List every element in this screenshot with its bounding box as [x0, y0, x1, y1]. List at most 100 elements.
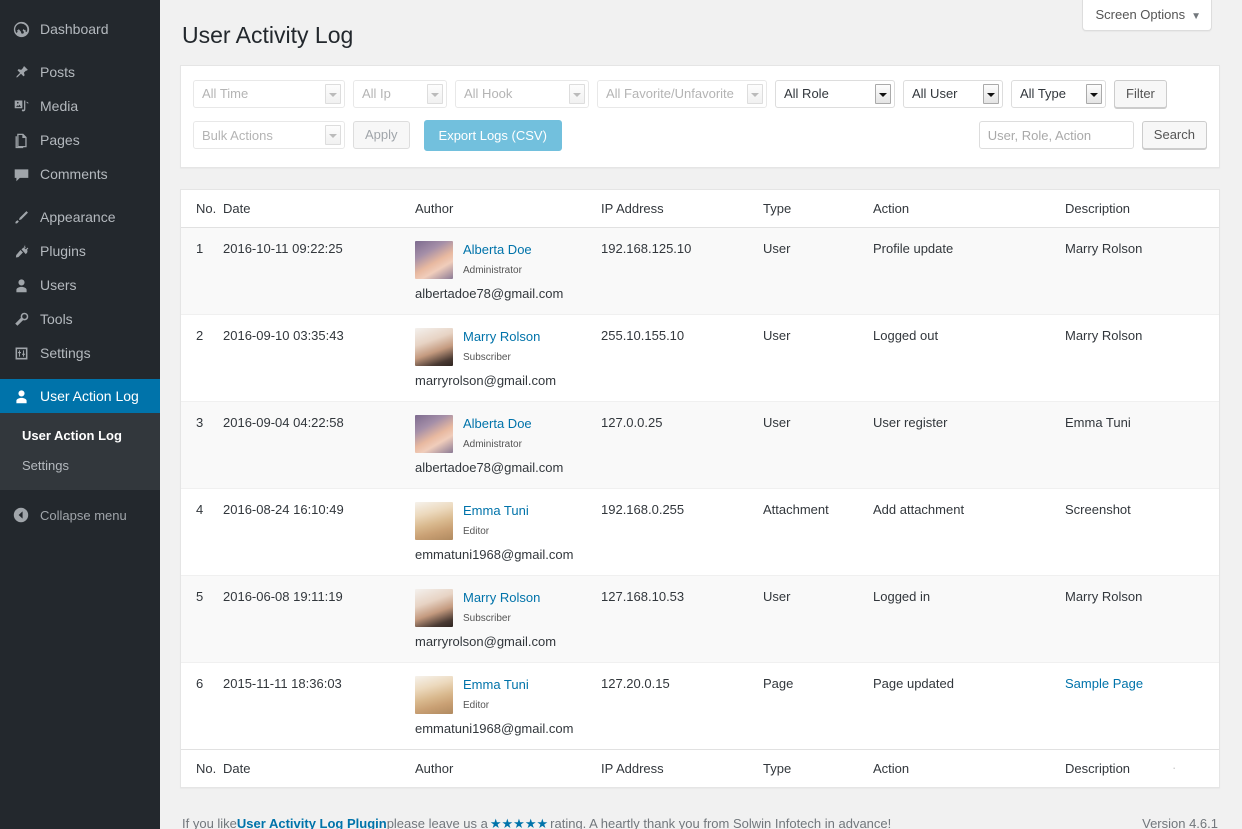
search-input[interactable]: [978, 121, 1134, 150]
table-row: 6 2015-11-11 18:36:03 Emma Tuni Editor e…: [181, 662, 1219, 749]
filter-select-favorite[interactable]: All Favorite/Unfavorite: [597, 79, 767, 108]
avatar: [415, 675, 453, 714]
sidebar-item-comments[interactable]: Comments: [0, 157, 160, 191]
filter-select-user[interactable]: All User: [903, 79, 1003, 108]
cell-date: 2016-09-04 04:22:58: [223, 401, 415, 489]
search-button[interactable]: Search: [1141, 121, 1207, 150]
cell-no: 5: [181, 575, 223, 663]
cell-author: Emma Tuni Editor emmatuni1968@gmail.com: [415, 662, 601, 749]
cell-description: Screenshot: [1065, 488, 1219, 576]
sidebar-item-settings[interactable]: Settings: [0, 336, 160, 370]
star-rating-icon[interactable]: ★★★★★: [488, 816, 550, 829]
sidebar-item-plugins[interactable]: Plugins: [0, 234, 160, 268]
author-role: Subscriber: [463, 613, 511, 625]
cell-action: Logged in: [873, 575, 1065, 663]
table-row: 2 2016-09-10 03:35:43 Marry Rolson Subsc…: [181, 314, 1219, 402]
chevron-down-icon: [1086, 83, 1102, 104]
column-header-ip[interactable]: IP Address: [601, 189, 763, 228]
column-header-action[interactable]: Action: [873, 189, 1065, 228]
version-label: Version 4.6.1: [1142, 816, 1218, 829]
filter-select-time[interactable]: All Time: [193, 79, 345, 108]
author-link[interactable]: Alberta Doe: [463, 415, 532, 431]
cell-ip: 192.168.0.255: [601, 488, 763, 576]
chevron-down-icon: [983, 83, 999, 104]
footer-column-description[interactable]: Description: [1065, 748, 1219, 787]
cell-author: Marry Rolson Subscriber marryrolson@gmai…: [415, 575, 601, 663]
footer-suffix: rating. A heartly thank you from Solwin …: [550, 816, 892, 829]
author-email: albertadoe78@gmail.com: [415, 459, 564, 475]
screen-options-button[interactable]: Screen Options ▼: [1082, 0, 1212, 31]
footer-column-ip[interactable]: IP Address: [601, 748, 763, 787]
filter-select-ip-value: All Ip: [362, 86, 391, 102]
description-link[interactable]: Sample Page: [1065, 676, 1143, 691]
cell-no: 3: [181, 401, 223, 489]
cell-action: Logged out: [873, 314, 1065, 402]
filter-button[interactable]: Filter: [1114, 79, 1167, 108]
filter-select-type[interactable]: All Type: [1011, 79, 1106, 108]
footer-column-no[interactable]: No.: [181, 748, 223, 787]
filter-row-primary: All Time All Ip All Hook All Favorite/Un…: [193, 79, 1207, 108]
bulk-actions-select[interactable]: Bulk Actions: [193, 121, 345, 150]
cell-action: Page updated: [873, 675, 954, 691]
cell-date: 2016-06-08 19:11:19: [223, 575, 415, 663]
sidebar-item-dashboard[interactable]: Dashboard: [0, 12, 160, 46]
sidebar-item-users[interactable]: Users: [0, 268, 160, 302]
column-header-description[interactable]: Description: [1065, 189, 1219, 228]
collapse-menu-label: Collapse menu: [40, 507, 127, 523]
export-logs-button[interactable]: Export Logs (CSV): [423, 119, 562, 151]
column-header-author[interactable]: Author: [415, 189, 601, 228]
author-role: Editor: [463, 700, 490, 712]
sidebar-item-appearance[interactable]: Appearance: [0, 200, 160, 234]
filter-select-role[interactable]: All Role: [775, 79, 895, 108]
author-link[interactable]: Emma Tuni: [463, 676, 529, 692]
sidebar-item-label: Media: [40, 98, 79, 114]
cell-author: Alberta Doe Administrator albertadoe78@g…: [415, 227, 601, 315]
submenu-item-user-action-log[interactable]: User Action Log: [0, 421, 160, 451]
footer-plugin-link[interactable]: User Activity Log Plugin: [237, 816, 387, 829]
sidebar-item-tools[interactable]: Tools: [0, 302, 160, 336]
footer-column-action[interactable]: Action: [873, 748, 1065, 787]
filter-select-favorite-value: All Favorite/Unfavorite: [606, 86, 734, 102]
author-link[interactable]: Alberta Doe: [463, 241, 532, 257]
cell-author: Marry Rolson Subscriber marryrolson@gmai…: [415, 314, 601, 402]
column-header-date[interactable]: Date: [223, 189, 415, 228]
cell-date: 2016-08-24 16:10:49: [223, 488, 415, 576]
cell-description: Emma Tuni: [1065, 401, 1219, 489]
cell-action: User register: [873, 401, 1065, 489]
filter-select-hook[interactable]: All Hook: [455, 79, 589, 108]
apply-button[interactable]: Apply: [353, 121, 410, 150]
author-link[interactable]: Marry Rolson: [463, 589, 540, 605]
column-header-type[interactable]: Type: [763, 189, 873, 228]
filter-select-ip[interactable]: All Ip: [353, 79, 447, 108]
submenu-item-settings[interactable]: Settings: [0, 451, 160, 481]
footer-column-type[interactable]: Type: [763, 748, 873, 787]
cell-type: Page: [763, 675, 794, 691]
menu-separator: [0, 46, 160, 55]
sidebar-item-user-action-log[interactable]: User Action Log: [0, 379, 168, 413]
admin-page: Dashboard Posts Media Pages Comments App…: [0, 0, 1242, 829]
menu-separator: [0, 191, 160, 200]
sidebar-item-label: Plugins: [40, 243, 86, 259]
chevron-down-icon: [747, 83, 763, 104]
collapse-menu-button[interactable]: Collapse menu: [0, 498, 160, 532]
sidebar-item-media[interactable]: Media: [0, 89, 160, 123]
footer-column-date[interactable]: Date: [223, 748, 415, 787]
sidebar-item-posts[interactable]: Posts: [0, 55, 160, 89]
footer-column-author[interactable]: Author: [415, 748, 601, 787]
dashboard-icon: [11, 19, 31, 39]
author-link[interactable]: Marry Rolson: [463, 328, 540, 344]
author-role: Administrator: [463, 265, 522, 277]
appearance-icon: [11, 207, 31, 227]
media-icon: [11, 96, 31, 116]
filter-row-secondary: Bulk Actions Apply Export Logs (CSV) Sea…: [193, 119, 1207, 151]
cell-ip: 255.10.155.10: [601, 314, 763, 402]
author-email: emmatuni1968@gmail.com: [415, 546, 574, 562]
author-role: Administrator: [463, 439, 522, 451]
cell-type: User: [763, 401, 873, 489]
author-link[interactable]: Emma Tuni: [463, 502, 529, 518]
column-header-no[interactable]: No.: [181, 189, 223, 228]
sidebar-item-pages[interactable]: Pages: [0, 123, 160, 157]
author-email: marryrolson@gmail.com: [415, 372, 557, 388]
table-body: 1 2016-10-11 09:22:25 Alberta Doe Admini…: [181, 227, 1219, 749]
sidebar-item-label: User Action Log: [40, 388, 139, 404]
